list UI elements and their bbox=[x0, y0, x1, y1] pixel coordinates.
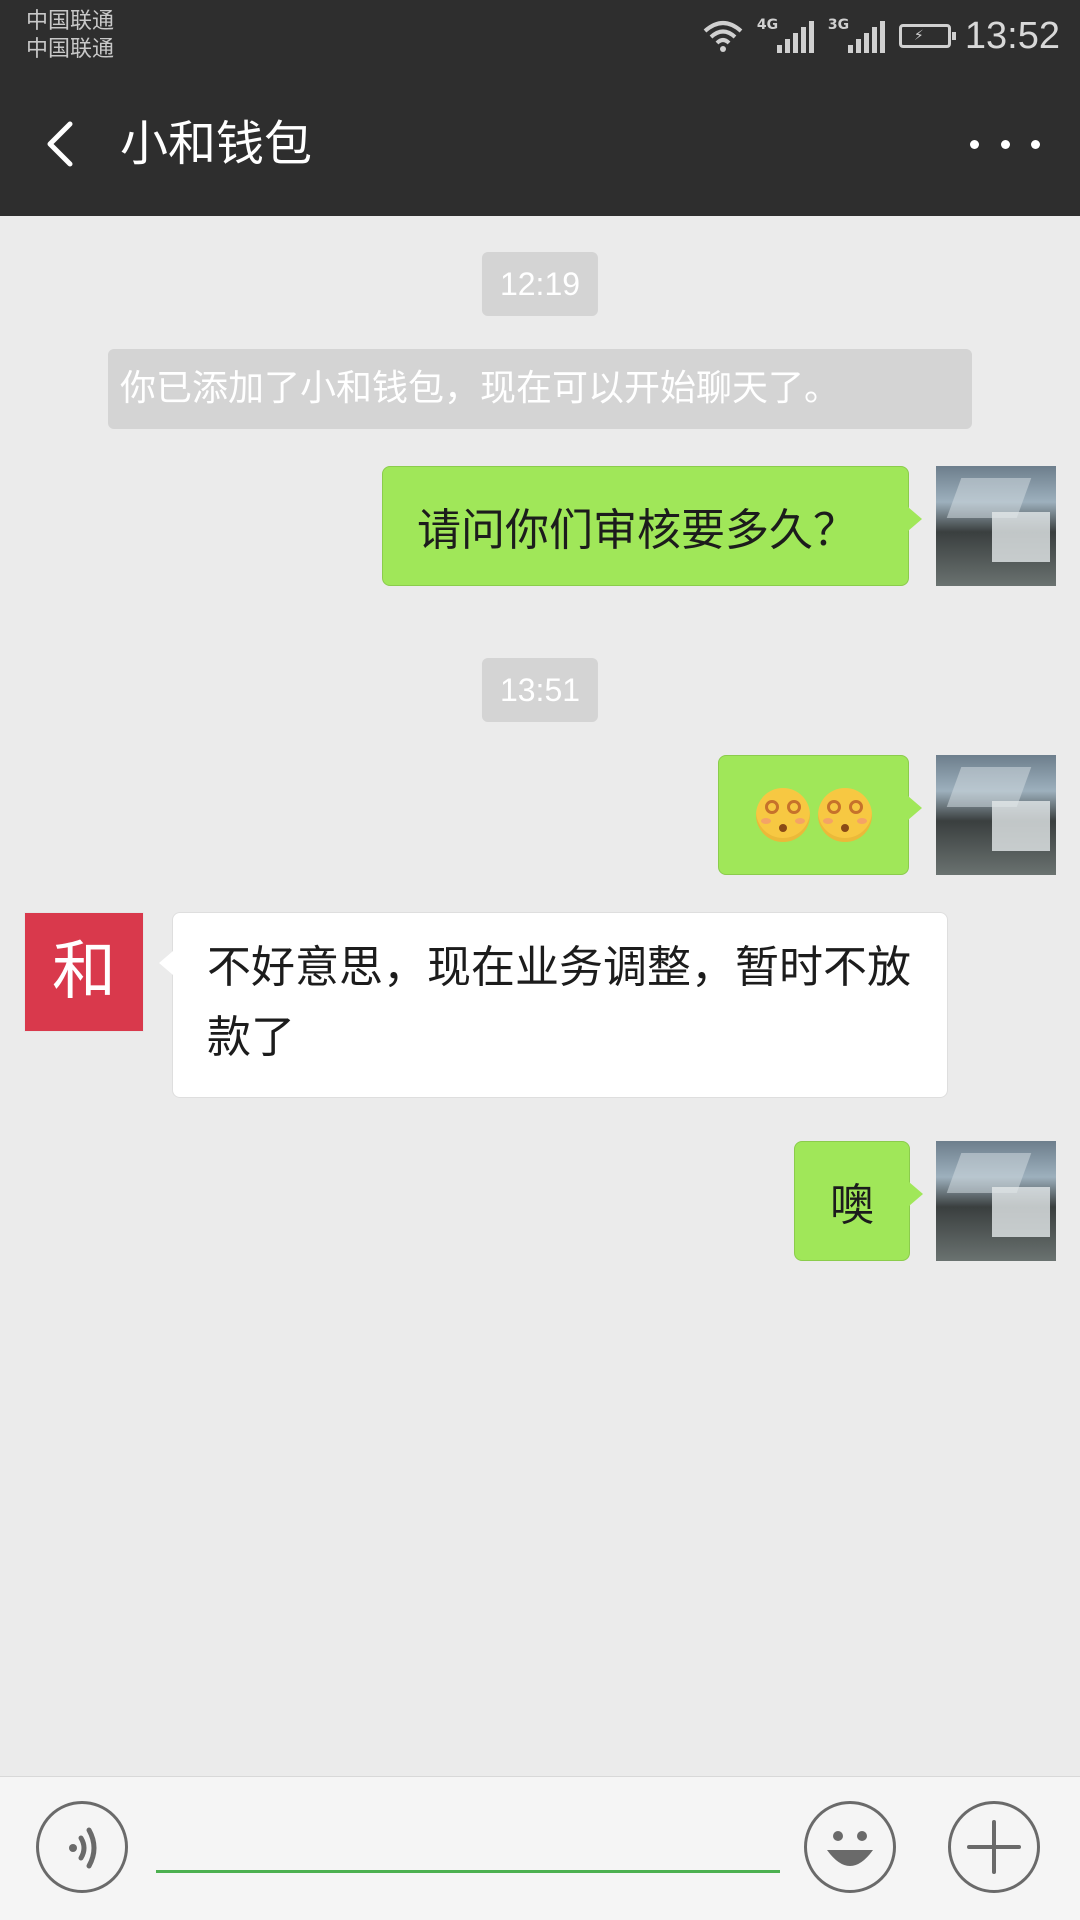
network-label-1: 4G bbox=[756, 17, 779, 33]
status-time: 13:52 bbox=[964, 14, 1060, 57]
system-message: 你已添加了小和钱包，现在可以开始聊天了。 bbox=[108, 349, 972, 429]
battery-charging-icon: ⚡ bbox=[898, 24, 956, 48]
message-text: 请问你们审核要多久？ bbox=[417, 505, 857, 556]
message-bubble-sent[interactable]: 噢 bbox=[794, 1141, 923, 1261]
carrier-labels: 中国联通 中国联通 bbox=[26, 8, 114, 64]
status-bar: 中国联通 中国联通 4G 3G ⚡ 13:52 bbox=[0, 0, 1080, 72]
network-label-2: 3G bbox=[827, 17, 850, 33]
my-avatar[interactable] bbox=[936, 1141, 1056, 1261]
contact-avatar-text: 和 bbox=[52, 935, 116, 1009]
message-bubble-sent-emoji[interactable] bbox=[718, 755, 922, 875]
signal-4g-icon: 4G bbox=[756, 17, 814, 53]
dizzy-face-emoji bbox=[817, 788, 872, 842]
contact-avatar[interactable]: 和 bbox=[24, 912, 144, 1032]
voice-button[interactable] bbox=[36, 1801, 128, 1893]
chat-header: 小和钱包 bbox=[0, 72, 1080, 216]
message-input[interactable] bbox=[156, 1813, 780, 1873]
my-avatar[interactable] bbox=[936, 466, 1056, 586]
smiley-icon bbox=[827, 1831, 873, 1866]
plus-icon bbox=[967, 1820, 1021, 1874]
emoji-button[interactable] bbox=[804, 1801, 896, 1893]
carrier-2: 中国联通 bbox=[26, 37, 115, 62]
voice-icon bbox=[69, 1827, 97, 1869]
chevron-left-icon bbox=[47, 121, 73, 167]
my-avatar[interactable] bbox=[936, 755, 1056, 875]
input-bar bbox=[0, 1776, 1080, 1920]
chat-title: 小和钱包 bbox=[120, 116, 313, 172]
timestamp-2: 13:51 bbox=[481, 658, 599, 722]
dizzy-face-emoji bbox=[755, 788, 810, 842]
message-bubble-sent[interactable]: 请问你们审核要多久？ bbox=[382, 466, 922, 586]
more-button[interactable] bbox=[970, 118, 1040, 170]
back-button[interactable] bbox=[28, 108, 100, 180]
status-icons: 4G 3G ⚡ 13:52 bbox=[703, 10, 1060, 62]
more-horizontal-icon bbox=[970, 139, 979, 149]
message-bubble-received[interactable]: 不好意思，现在业务调整，暂时不放款了 bbox=[159, 912, 948, 1098]
plus-button[interactable] bbox=[948, 1801, 1040, 1893]
wifi-icon bbox=[703, 21, 743, 52]
carrier-1: 中国联通 bbox=[26, 9, 115, 34]
message-text: 噢 bbox=[830, 1180, 874, 1231]
signal-3g-icon: 3G bbox=[827, 17, 885, 53]
message-text: 不好意思，现在业务调整，暂时不放款了 bbox=[207, 942, 911, 1063]
timestamp-1: 12:19 bbox=[481, 252, 599, 316]
